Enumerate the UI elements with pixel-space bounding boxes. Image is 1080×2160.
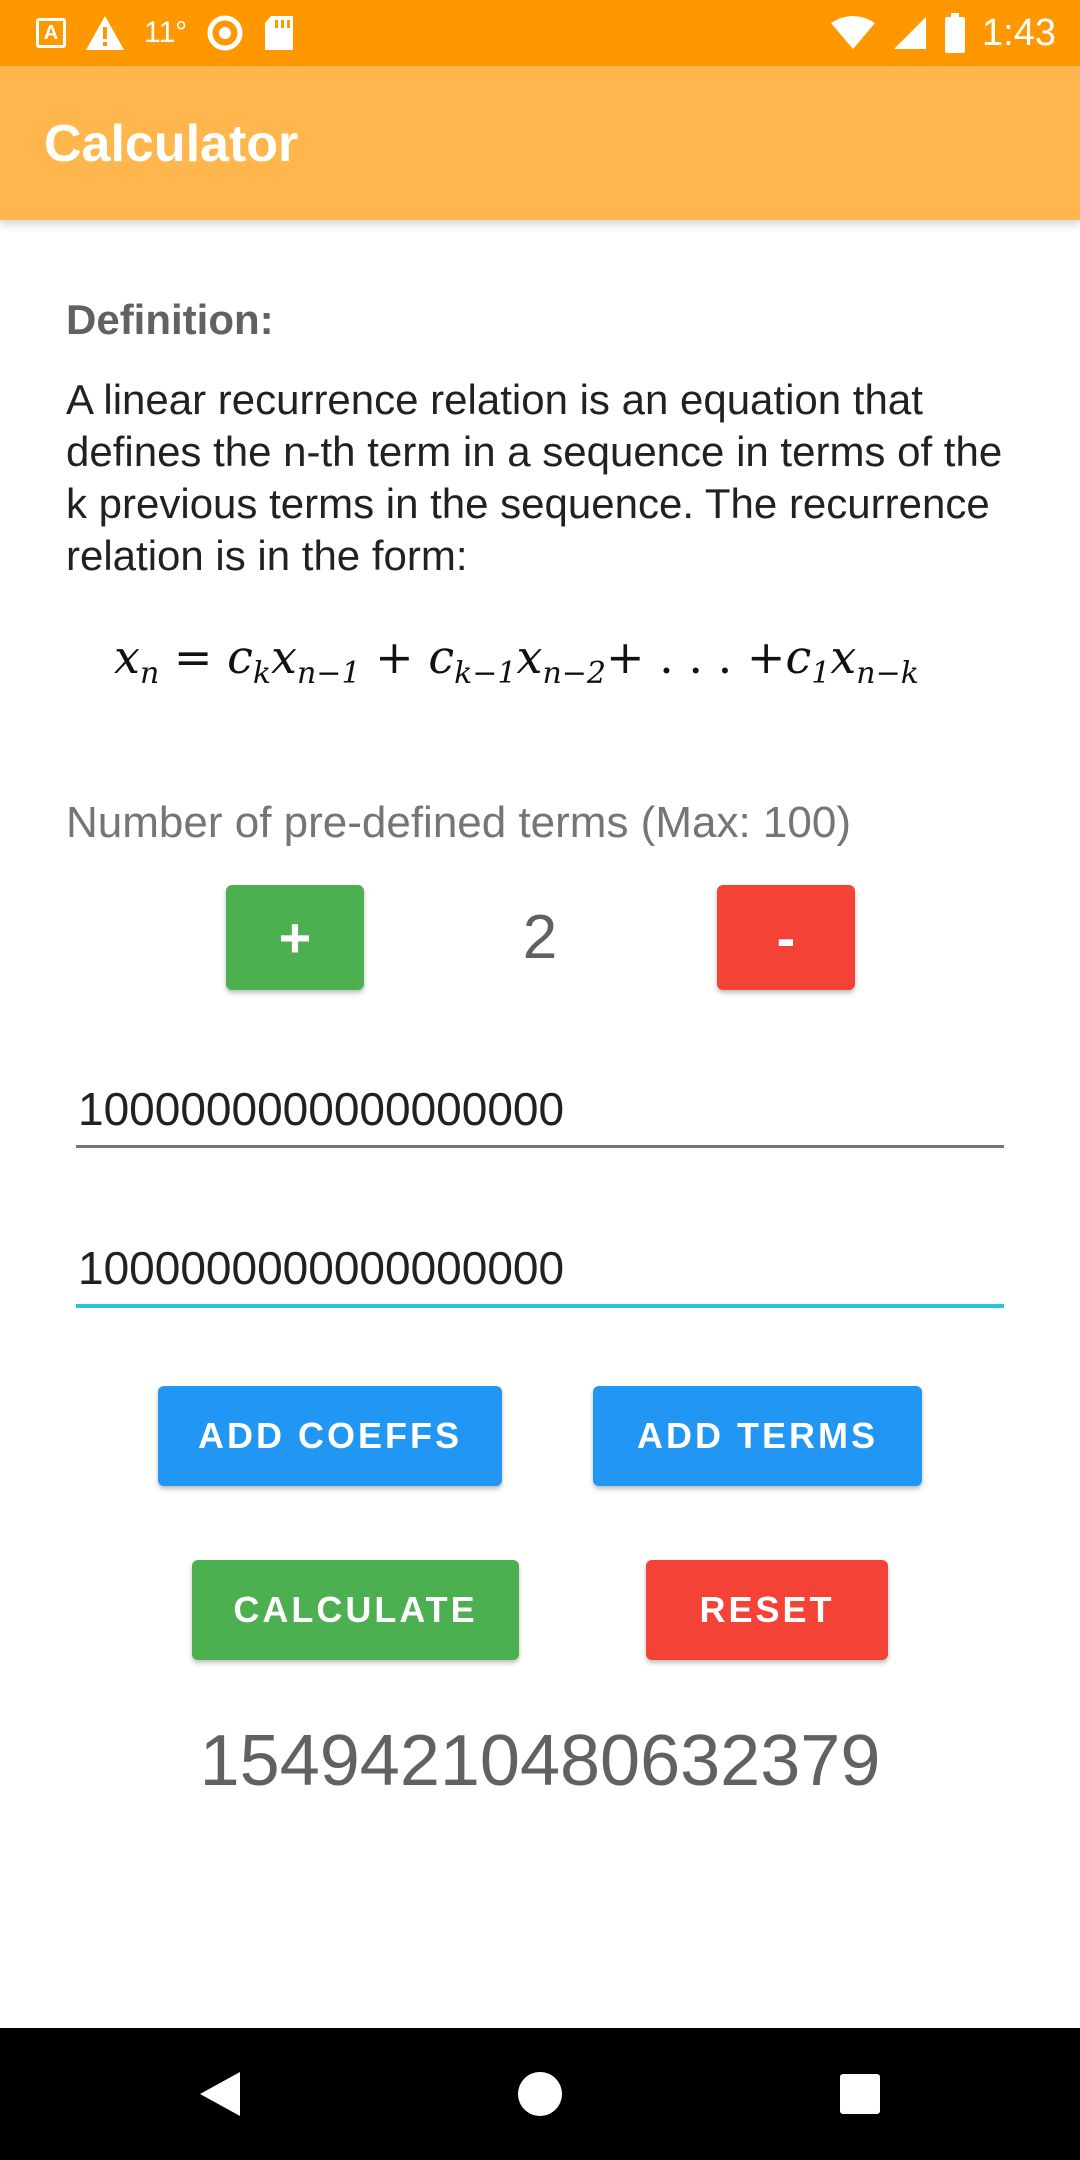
formula-term1-coeff-sub: k: [252, 656, 272, 692]
back-triangle-icon: [200, 2072, 240, 2116]
app-bar: Calculator: [0, 66, 1080, 220]
a-box-icon: A: [36, 18, 66, 48]
back-button[interactable]: [160, 2028, 280, 2160]
status-bar-left: A 11°: [36, 0, 295, 66]
formula-term2-coeff: c: [428, 630, 455, 684]
status-bar-right: 1:43: [830, 0, 1056, 66]
status-bar: A 11° 1:43: [0, 0, 1080, 66]
warning-icon: [86, 16, 124, 50]
recent-apps-button[interactable]: [800, 2028, 920, 2160]
terms-count-value: 2: [522, 903, 558, 972]
clock-text: 1:43: [982, 11, 1056, 54]
definition-label: Definition:: [66, 296, 274, 343]
formula-term2-var: x: [516, 630, 543, 684]
formula-lhs: x: [114, 630, 140, 684]
formula-plus: +: [360, 630, 429, 684]
formula-term1-var: x: [271, 630, 297, 684]
formula-term2-var-sub: n−2: [542, 656, 606, 692]
increment-terms-button[interactable]: +: [226, 885, 364, 990]
formula-term2-coeff-sub: k−1: [454, 656, 517, 692]
formula-equals: =: [159, 630, 228, 684]
circle-icon: [207, 15, 243, 51]
formula-term3-var: x: [830, 630, 857, 684]
temperature-text: 11°: [144, 16, 188, 49]
add-coeffs-button[interactable]: ADD COEFFS: [158, 1386, 502, 1486]
term-input-1[interactable]: [76, 1072, 1004, 1148]
reset-button[interactable]: RESET: [646, 1560, 888, 1660]
calculate-button[interactable]: CALCULATE: [192, 1560, 519, 1660]
home-circle-icon: [518, 2072, 562, 2116]
formula-term1-coeff: c: [227, 630, 253, 684]
formula-term3-coeff-sub: 1: [811, 656, 831, 692]
result-value: 15494210480632379: [199, 1721, 881, 1801]
formula-term1-var-sub: n−1: [296, 656, 361, 692]
battery-icon: [945, 13, 966, 53]
formula-term3-var-sub: n−k: [856, 656, 919, 692]
formula-lhs-sub: n: [139, 656, 160, 692]
definition-text: A linear recurrence relation is an equat…: [66, 376, 1003, 579]
decrement-terms-button[interactable]: -: [717, 885, 855, 990]
terms-count-label: Number of pre-defined terms (Max: 100): [66, 798, 851, 847]
home-button[interactable]: [480, 2028, 600, 2160]
sd-card-icon: [265, 16, 294, 50]
signal-icon: [894, 17, 927, 49]
recurrence-formula: xn = ckxn−1 + ck−1xn−2+ . . . +c1xn−k: [114, 630, 919, 691]
add-terms-button[interactable]: ADD TERMS: [593, 1386, 922, 1486]
navigation-bar: [0, 2028, 1080, 2160]
term-input-2[interactable]: [76, 1232, 1004, 1308]
recent-square-icon: [840, 2074, 880, 2114]
app-title: Calculator: [44, 115, 299, 173]
wifi-icon: [831, 16, 876, 49]
formula-ellipsis: + . . . +: [606, 630, 786, 684]
formula-term3-coeff: c: [785, 630, 812, 684]
